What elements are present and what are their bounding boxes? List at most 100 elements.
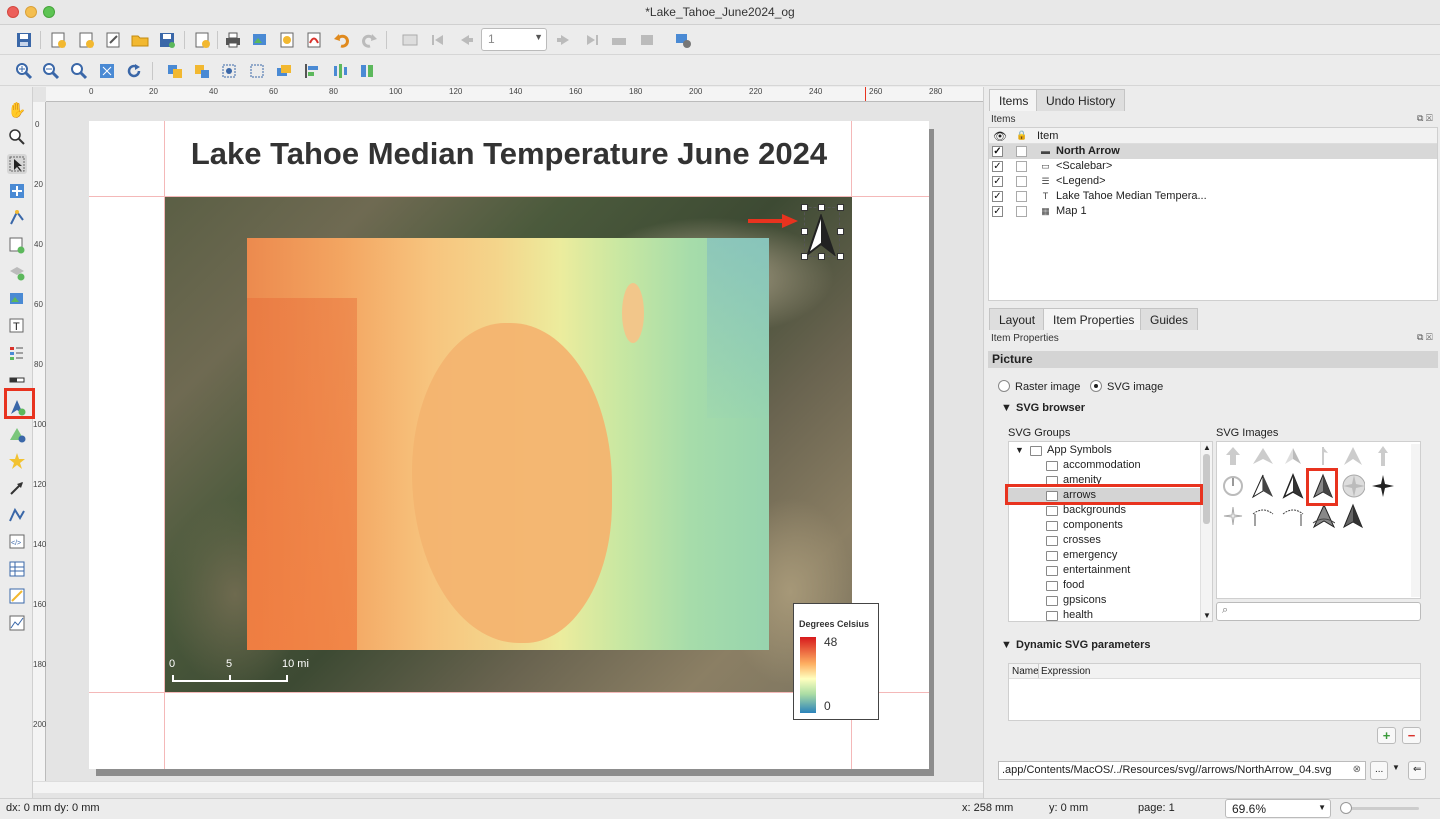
- compass-circle-icon[interactable]: [1221, 474, 1245, 498]
- group-item[interactable]: amenity: [1063, 474, 1102, 486]
- svg-browser-header[interactable]: SVG browser: [1016, 402, 1085, 414]
- item-row-north-arrow[interactable]: ✓ ▬ North Arrow: [989, 144, 1437, 159]
- remove-parameter-button[interactable]: −: [1402, 727, 1421, 744]
- resize-icon[interactable]: [357, 61, 377, 81]
- tab-guides[interactable]: Guides: [1140, 308, 1199, 330]
- zoom-combo[interactable]: 69.6% ▼: [1225, 799, 1331, 818]
- add-fixed-table-icon[interactable]: [7, 586, 27, 606]
- add-polyline-icon[interactable]: [7, 505, 27, 525]
- group-item[interactable]: food: [1063, 579, 1084, 591]
- save-icon[interactable]: [14, 30, 34, 50]
- north-arrow-tall-icon[interactable]: [1281, 473, 1305, 499]
- group-item-arrows[interactable]: arrows: [1063, 489, 1096, 501]
- map-title[interactable]: Lake Tahoe Median Temperature June 2024: [89, 136, 929, 172]
- distribute-icon[interactable]: [330, 61, 350, 81]
- zoom-out-icon[interactable]: [41, 61, 61, 81]
- chevron-down-icon[interactable]: ▼: [1392, 763, 1400, 772]
- clear-icon[interactable]: ⊗: [1353, 764, 1361, 775]
- resize-handle[interactable]: [801, 228, 808, 235]
- visibility-checkbox[interactable]: ✓: [992, 191, 1003, 202]
- svg-path-field[interactable]: .app/Contents/MacOS/../Resources/svg//ar…: [998, 761, 1366, 780]
- zoom-in-icon[interactable]: [14, 61, 34, 81]
- north-arrow-flat-icon[interactable]: [1251, 444, 1275, 468]
- ungroup-icon[interactable]: [192, 61, 212, 81]
- north-arrow-half-icon[interactable]: [1281, 444, 1305, 468]
- resize-handle[interactable]: [818, 253, 825, 260]
- vertical-scrollbar[interactable]: [1411, 444, 1420, 597]
- new-layout-icon[interactable]: [48, 30, 68, 50]
- north-arrow-line-icon[interactable]: [1311, 444, 1335, 468]
- resize-handle[interactable]: [801, 253, 808, 260]
- group-app-symbols[interactable]: App Symbols: [1047, 444, 1112, 456]
- visibility-checkbox[interactable]: ✓: [992, 161, 1003, 172]
- group-item[interactable]: backgrounds: [1063, 504, 1126, 516]
- duplicate-layout-icon[interactable]: [76, 30, 96, 50]
- vertical-scrollbar[interactable]: ▲ ▼: [1200, 442, 1212, 621]
- atlas-settings-icon[interactable]: [673, 30, 693, 50]
- refresh-icon[interactable]: [124, 61, 144, 81]
- unlock-items-icon[interactable]: [247, 61, 267, 81]
- browse-button[interactable]: ...: [1370, 761, 1389, 780]
- horizontal-scrollbar[interactable]: [33, 781, 983, 793]
- export-pdf-icon[interactable]: [304, 30, 324, 50]
- resize-handle[interactable]: [801, 204, 808, 211]
- align-left-icon[interactable]: [302, 61, 322, 81]
- add-scalebar-icon[interactable]: [7, 370, 27, 390]
- item-row-scalebar[interactable]: ✓ ▭ <Scalebar>: [989, 159, 1437, 174]
- add-attribute-table-icon[interactable]: [7, 559, 27, 579]
- collapse-triangle-icon[interactable]: ▼: [1001, 402, 1012, 414]
- item-row-title-label[interactable]: ✓ T Lake Tahoe Median Tempera...: [989, 189, 1437, 204]
- svg-image-radio[interactable]: [1090, 380, 1102, 392]
- add-picture-icon[interactable]: [7, 289, 27, 309]
- north-arrow-split-icon[interactable]: [1251, 474, 1275, 499]
- svg-search-input[interactable]: ⌕: [1216, 602, 1421, 621]
- data-defined-override-button[interactable]: ⇐: [1408, 761, 1427, 780]
- add-parameter-button[interactable]: +: [1377, 727, 1396, 744]
- add-label-icon[interactable]: T: [7, 316, 27, 336]
- expand-arrow-icon[interactable]: ▼: [1015, 445, 1024, 455]
- export-image-icon[interactable]: [250, 30, 270, 50]
- add-marker-icon[interactable]: [7, 451, 27, 471]
- new-report-icon[interactable]: [192, 30, 212, 50]
- add-arrow-icon[interactable]: [7, 478, 27, 498]
- open-template-icon[interactable]: [130, 30, 150, 50]
- add-north-arrow-icon[interactable]: [7, 397, 27, 417]
- collapse-triangle-icon[interactable]: ▼: [1001, 639, 1012, 651]
- arrow-up-thin-icon[interactable]: [1371, 444, 1395, 468]
- tab-item-properties[interactable]: Item Properties: [1043, 308, 1145, 330]
- save-template-icon[interactable]: [157, 30, 177, 50]
- raster-image-radio[interactable]: [998, 380, 1010, 392]
- zoom-slider[interactable]: [1341, 807, 1419, 810]
- resize-handle[interactable]: [837, 204, 844, 211]
- tab-items[interactable]: Items: [989, 89, 1039, 111]
- zoom-tool-icon[interactable]: [7, 127, 27, 147]
- group-item[interactable]: gpsicons: [1063, 594, 1106, 606]
- resize-handle[interactable]: [818, 204, 825, 211]
- arrow-up-icon[interactable]: [1221, 444, 1245, 468]
- pan-icon[interactable]: ✋: [7, 100, 27, 120]
- zoom-slider-handle[interactable]: [1340, 802, 1352, 814]
- tab-layout[interactable]: Layout: [989, 308, 1046, 330]
- visibility-checkbox[interactable]: ✓: [992, 146, 1003, 157]
- north-arrow-04-icon[interactable]: [1311, 473, 1335, 499]
- lock-items-icon[interactable]: [219, 61, 239, 81]
- lock-checkbox[interactable]: [1016, 176, 1027, 187]
- print-icon[interactable]: [223, 30, 243, 50]
- group-item[interactable]: crosses: [1063, 534, 1101, 546]
- select-move-icon[interactable]: [7, 154, 27, 174]
- dock-float-close-icon[interactable]: ⧉ ☒: [1417, 113, 1433, 124]
- undo-icon[interactable]: [332, 30, 352, 50]
- add-map-icon[interactable]: [7, 235, 27, 255]
- north-arrow-arc-icon[interactable]: [1311, 503, 1335, 529]
- lock-checkbox[interactable]: [1016, 191, 1027, 202]
- item-row-legend[interactable]: ✓ ☰ <Legend>: [989, 174, 1437, 189]
- group-icon[interactable]: [165, 61, 185, 81]
- group-item[interactable]: emergency: [1063, 549, 1117, 561]
- add-elevation-profile-icon[interactable]: [7, 613, 27, 633]
- add-html-icon[interactable]: </>: [7, 532, 27, 552]
- tab-undo-history[interactable]: Undo History: [1036, 89, 1126, 111]
- dynamic-svg-params-header[interactable]: Dynamic SVG parameters: [1016, 639, 1151, 651]
- export-svg-icon[interactable]: [277, 30, 297, 50]
- north-arrow-narrow-icon[interactable]: [1341, 444, 1365, 468]
- north-arc-icon[interactable]: [1251, 504, 1275, 528]
